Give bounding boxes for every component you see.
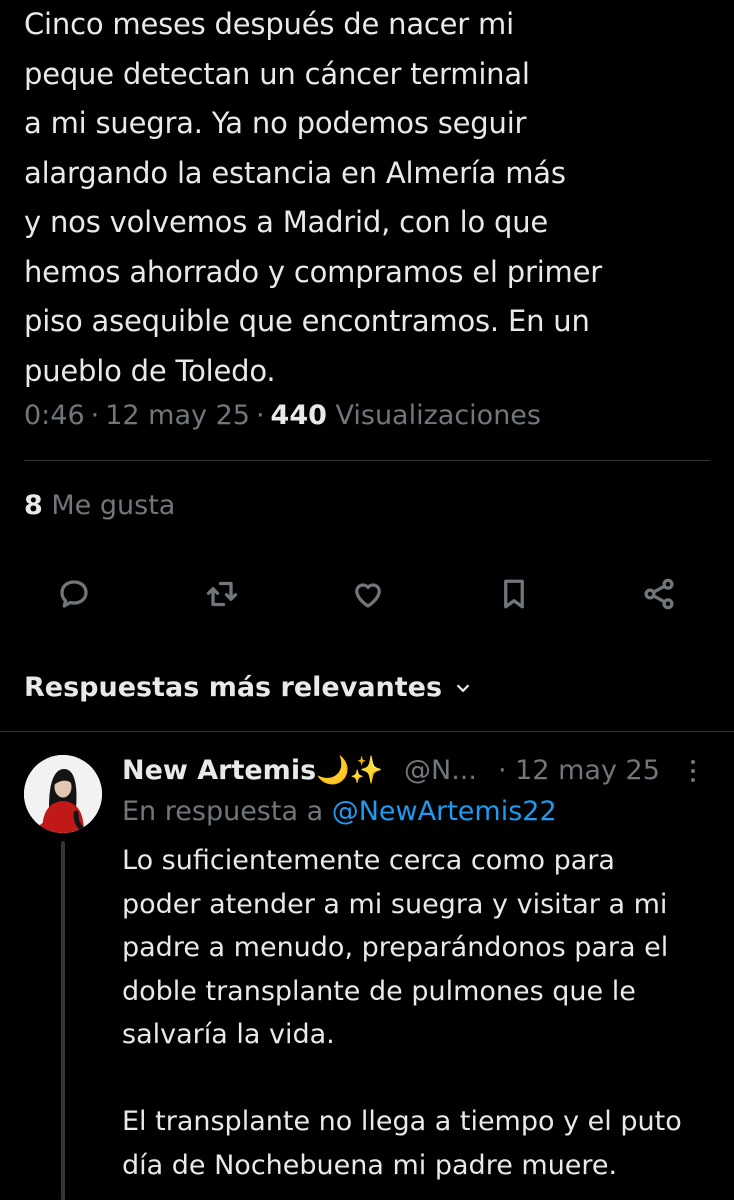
reply-text-line: poder atender a mi suegra y visitar a mi bbox=[122, 888, 668, 920]
reply-text-line: doble transplante de pulmones que le bbox=[122, 975, 636, 1007]
views-count[interactable]: 440 bbox=[271, 400, 327, 431]
likes-label: Me gusta bbox=[51, 490, 176, 521]
more-dot bbox=[691, 760, 695, 764]
more-dot bbox=[691, 778, 695, 782]
tweet-text-line: a mi suegra. Ya no podemos seguir bbox=[24, 106, 527, 140]
tweet-text-line: Cinco meses después de nacer mi bbox=[24, 7, 514, 41]
heart-icon bbox=[355, 583, 381, 608]
reply-tweet[interactable]: New Artemis🌙✨ @N... · 12 may 25 En respu… bbox=[0, 735, 734, 1200]
tweet-detail-screen: Cinco meses después de nacer mi peque de… bbox=[0, 0, 734, 1200]
thread-line bbox=[61, 841, 65, 1200]
tweet-time[interactable]: 0:46 bbox=[24, 400, 85, 431]
in-reply-prefix: En respuesta a bbox=[122, 796, 324, 827]
separator-dot: · bbox=[90, 400, 100, 431]
reply-text-line: salvaría la vida. bbox=[122, 1019, 335, 1050]
author-name[interactable]: New Artemis🌙✨ bbox=[122, 751, 383, 791]
divider bbox=[0, 731, 734, 732]
reply-button[interactable] bbox=[48, 568, 100, 620]
more-options-icon[interactable] bbox=[678, 755, 708, 787]
share-icon bbox=[644, 578, 674, 610]
tweet-text-line: pueblo de Toledo. bbox=[24, 353, 276, 388]
bookmark-button[interactable] bbox=[488, 568, 540, 620]
avatar[interactable] bbox=[24, 755, 102, 833]
tweet-text-line: hemos ahorrado y compramos el primer bbox=[24, 254, 602, 289]
tweet-meta: 0:46 · 12 may 25 · 440 Visualizaciones bbox=[24, 396, 541, 436]
reply-date[interactable]: · 12 may 25 bbox=[498, 751, 660, 791]
likes-summary[interactable]: 8 Me gusta bbox=[24, 486, 175, 526]
retweet-button[interactable] bbox=[196, 568, 248, 620]
reply-text-line: Lo suficientemente cerca como para bbox=[122, 845, 615, 876]
reply-text-line: El transplante no llega a tiempo y el pu… bbox=[122, 1106, 682, 1137]
views-label[interactable]: Visualizaciones bbox=[336, 400, 541, 431]
tweet-text-line: peque detectan un cáncer terminal bbox=[24, 56, 530, 91]
author-handle[interactable]: @N... bbox=[404, 751, 477, 791]
replies-sort-dropdown[interactable]: Respuestas más relevantes bbox=[24, 666, 474, 710]
chevron-down-icon bbox=[456, 684, 470, 693]
retweet-icon bbox=[206, 581, 238, 607]
tweet-text-line: piso asequible que encontramos. En un bbox=[24, 304, 590, 338]
reply-icon bbox=[60, 580, 88, 608]
tweet-text: Cinco meses después de nacer mi peque de… bbox=[24, 0, 714, 396]
more-dot bbox=[691, 769, 695, 773]
likes-count: 8 bbox=[24, 490, 43, 521]
reply-text-line: padre a menudo, preparándonos para el bbox=[122, 932, 669, 963]
in-reply-to: En respuesta a @NewArtemis22 bbox=[122, 792, 557, 832]
avatar-image bbox=[24, 755, 102, 833]
tweet-date[interactable]: 12 may 25 bbox=[105, 400, 250, 431]
tweet-text-line: alargando la estancia en Almería más bbox=[24, 155, 566, 190]
share-button[interactable] bbox=[633, 568, 685, 620]
mention-link[interactable]: @NewArtemis22 bbox=[332, 796, 557, 827]
like-button[interactable] bbox=[342, 568, 394, 620]
reply-header: New Artemis🌙✨ @N... · 12 may 25 bbox=[122, 751, 712, 791]
bookmark-icon bbox=[504, 579, 524, 609]
replies-sort-label: Respuestas más relevantes bbox=[24, 672, 443, 703]
divider bbox=[24, 460, 710, 461]
action-bar bbox=[0, 568, 734, 620]
separator-dot: · bbox=[255, 400, 265, 431]
tweet-text-line: y nos volvemos a Madrid, con lo que bbox=[24, 205, 549, 239]
reply-text-line: día de Nochebuena mi padre muere. bbox=[122, 1149, 618, 1181]
reply-text: Lo suficientemente cerca como para poder… bbox=[122, 839, 722, 1187]
